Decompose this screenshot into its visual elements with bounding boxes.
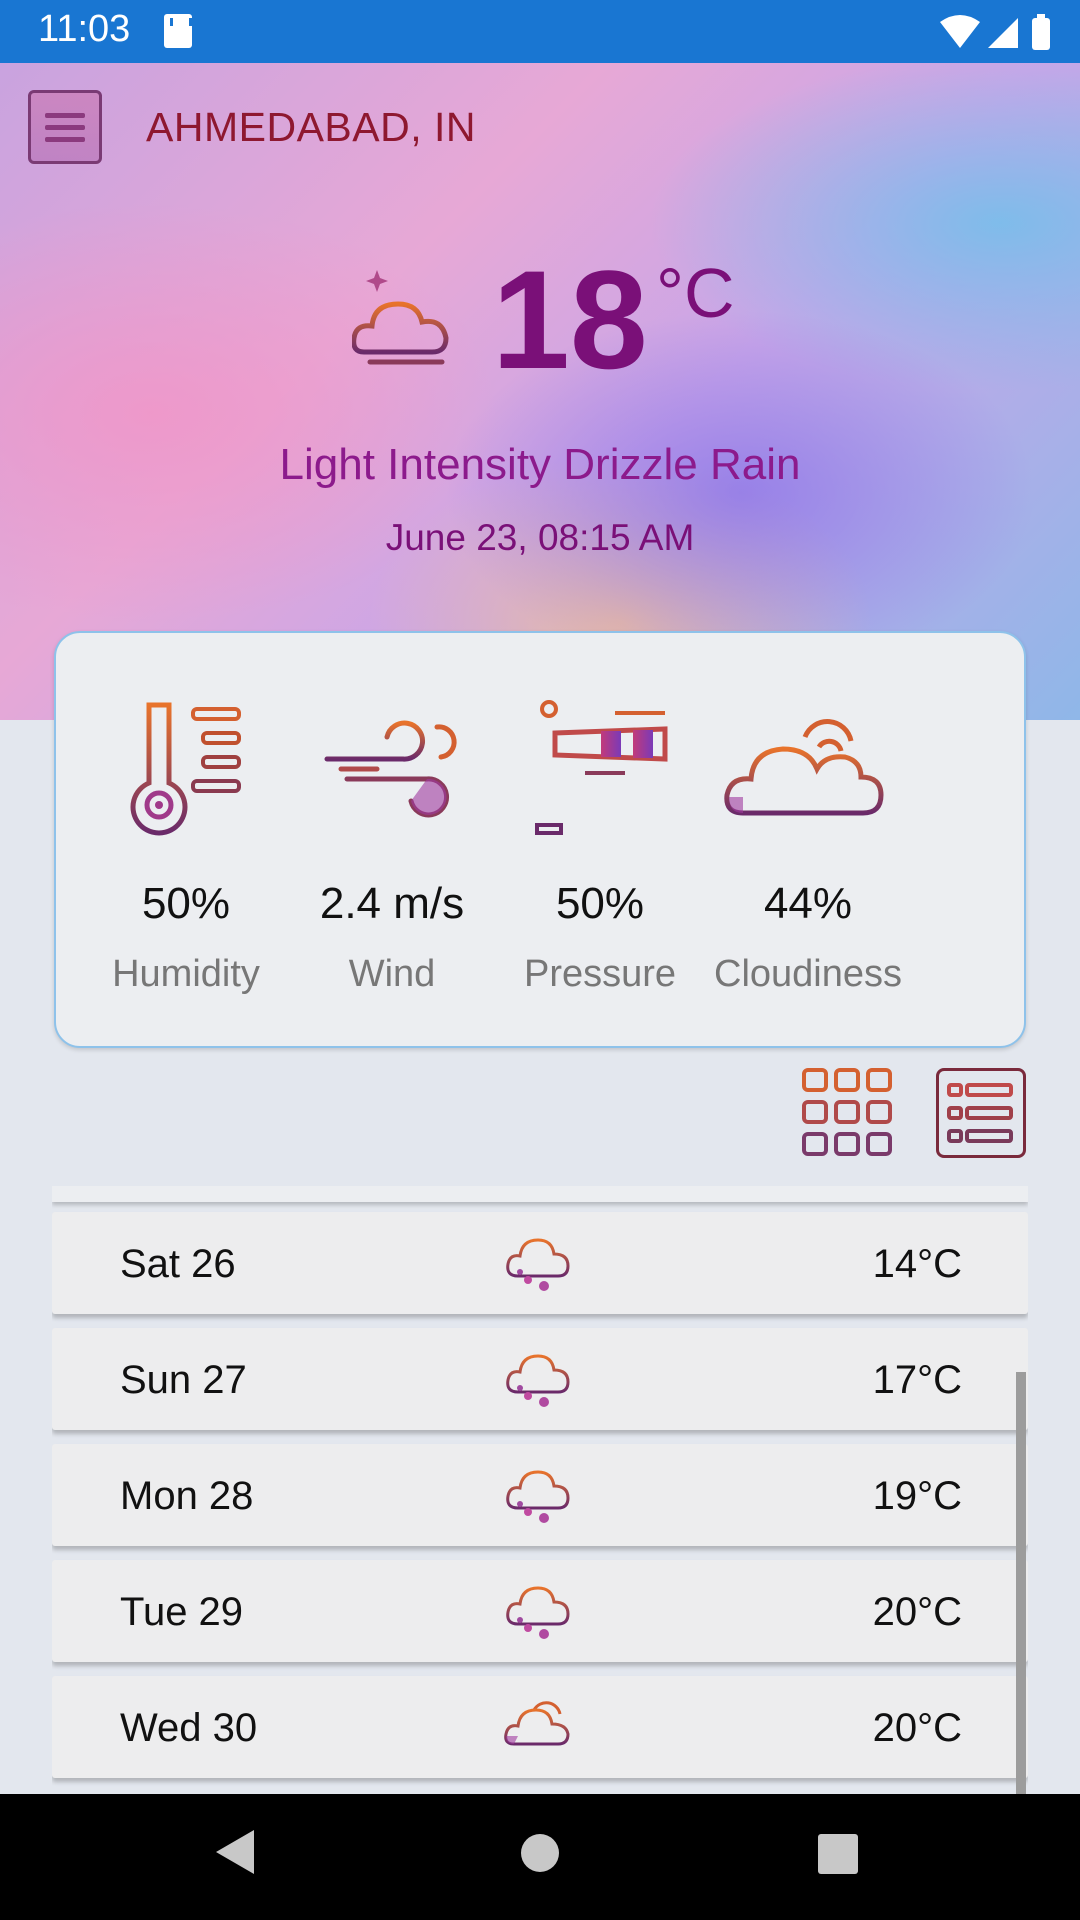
forecast-day: Sun 27 — [120, 1358, 247, 1402]
wind-value: 2.4 m/s — [319, 879, 465, 928]
list-item[interactable]: Mon 28 19°C — [52, 1444, 1028, 1546]
temperature-unit: °C — [656, 254, 735, 332]
cloudiness-value: 44% — [763, 879, 853, 928]
cloud-icon — [504, 1701, 570, 1746]
rain-cloud-icon — [506, 1470, 570, 1523]
humidity-label: Humidity — [112, 953, 260, 995]
forecast-day: Mon 28 — [120, 1474, 254, 1518]
forecast-day: Tue 29 — [120, 1590, 244, 1634]
wind-label: Wind — [348, 953, 436, 995]
humidity-stat: 50% Humidity — [86, 697, 286, 995]
forecast-list[interactable]: Sat 26 14°C Sun 27 17°C Mon 28 19°C Tue … — [52, 1186, 1028, 1794]
humidity-value: 50% — [141, 879, 231, 928]
wifi-icon — [940, 15, 980, 48]
city-name: AHMEDABAD, IN — [146, 104, 476, 150]
list-item[interactable]: Sat 26 14°C — [52, 1212, 1028, 1314]
list-view-icon — [947, 1083, 1013, 1143]
forecast-temperature: 19°C — [872, 1474, 962, 1518]
weather-description: Light Intensity Drizzle Rain — [279, 440, 801, 489]
signal-icon — [988, 18, 1018, 48]
wind-icon — [324, 720, 457, 818]
cloudiness-label: Cloudiness — [714, 953, 902, 995]
battery-icon — [1032, 18, 1050, 50]
pressure-label: Pressure — [523, 953, 677, 995]
list-item[interactable] — [52, 1186, 1028, 1202]
sd-card-icon — [164, 14, 192, 48]
forecast-temperature: 14°C — [872, 1242, 962, 1286]
status-time: 11:03 — [38, 8, 131, 50]
list-item[interactable]: Sun 27 17°C — [52, 1328, 1028, 1430]
forecast-temperature: 20°C — [872, 1706, 962, 1750]
recent-apps-icon[interactable] — [818, 1834, 858, 1874]
list-scrollbar[interactable] — [1016, 1372, 1026, 1794]
forecast-day: Wed 30 — [120, 1706, 258, 1750]
rain-cloud-icon — [506, 1586, 570, 1639]
navigation-bar — [0, 1794, 1080, 1920]
back-icon[interactable] — [216, 1830, 254, 1874]
clouds-icon — [724, 719, 884, 816]
forecast-temperature: 20°C — [872, 1590, 962, 1634]
windsock-icon — [535, 700, 668, 835]
forecast-temperature: 17°C — [872, 1358, 962, 1402]
menu-button[interactable] — [28, 90, 102, 164]
observation-datetime: June 23, 08:15 AM — [385, 517, 695, 558]
list-view-button[interactable] — [936, 1068, 1026, 1158]
thermometer-icon — [130, 702, 241, 836]
current-temperature: 18 — [492, 241, 648, 398]
cloudiness-stat: 44% Cloudiness — [708, 697, 908, 995]
grid-view-icon[interactable] — [800, 1066, 894, 1160]
rain-cloud-icon — [506, 1238, 570, 1291]
pressure-value: 50% — [555, 879, 645, 928]
home-icon[interactable] — [521, 1834, 559, 1872]
pressure-stat: 50% Pressure — [500, 697, 700, 995]
wind-stat: 2.4 m/s Wind — [292, 697, 492, 995]
status-bar: 11:03 — [0, 0, 1080, 63]
list-item[interactable]: Tue 29 20°C — [52, 1560, 1028, 1662]
forecast-day: Sat 26 — [120, 1242, 236, 1286]
status-icons — [940, 14, 1050, 50]
list-item[interactable]: Wed 30 20°C — [52, 1676, 1028, 1778]
rain-cloud-icon — [506, 1354, 570, 1407]
cloud-moon-icon — [352, 266, 474, 365]
weather-details-card: 50% Humidity 2.4 m/s Wind 50% Pressure 4… — [54, 631, 1026, 1048]
